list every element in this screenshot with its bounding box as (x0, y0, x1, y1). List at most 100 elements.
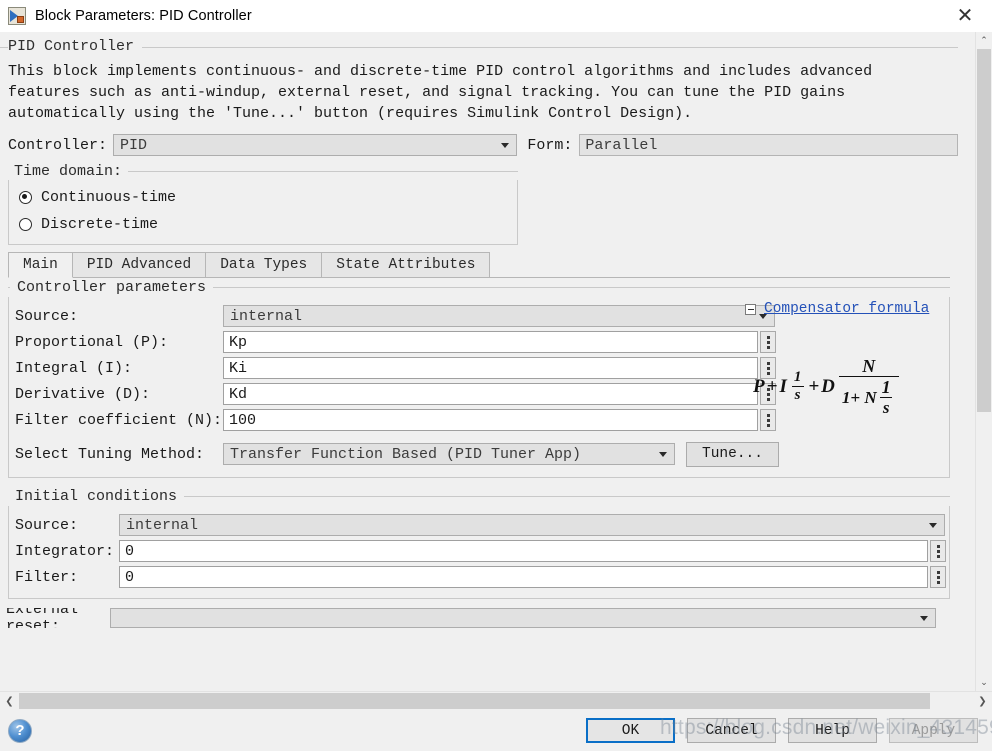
integral-value: Ki (229, 359, 248, 377)
formula-s-b: s (879, 397, 893, 416)
external-reset-row-clipped: External reset: (0, 608, 958, 628)
ic-row-source: Source: internal (9, 512, 949, 538)
initial-conditions-label: Initial conditions (8, 488, 185, 505)
source-label: Source: (15, 307, 79, 325)
description-group: PID Controller This block implements con… (0, 37, 958, 132)
formula-plus-2: + (808, 375, 820, 397)
external-reset-select[interactable] (110, 608, 936, 628)
ic-source-value: internal (126, 516, 199, 534)
compensator-formula-header: Compensator formula (745, 301, 949, 317)
title-bar: Block Parameters: PID Controller ✕ (0, 0, 992, 32)
ic-integrator-input[interactable]: 0 (119, 540, 928, 562)
chevron-down-icon (920, 616, 928, 621)
filter-coefficient-input[interactable]: 100 (223, 409, 758, 431)
help-question-icon[interactable]: ? (8, 718, 32, 743)
vertical-scrollbar[interactable]: ⌃ ⌄ (975, 32, 992, 691)
scroll-viewport: PID Controller This block implements con… (0, 32, 975, 691)
ic-source-label: Source: (15, 516, 79, 534)
tab-data-types[interactable]: Data Types (205, 252, 323, 277)
radio-continuous-time[interactable]: Continuous-time (19, 189, 517, 206)
simulink-block-icon (8, 6, 26, 25)
derivative-label: Derivative (D): (15, 385, 151, 403)
vertical-scroll-track[interactable] (976, 49, 992, 674)
radio-continuous-time-icon[interactable] (19, 191, 32, 204)
ic-row-integrator: Integrator: 0 (9, 538, 949, 564)
tune-button[interactable]: Tune... (686, 441, 779, 467)
tab-pid-advanced[interactable]: PID Advanced (71, 252, 207, 277)
controller-select[interactable]: PID (113, 134, 518, 156)
compensator-formula-panel: Compensator formula P + I 1 s + D N 1+ N… (737, 301, 949, 416)
radio-discrete-time-icon[interactable] (19, 218, 32, 231)
formula-n-numerator: N (862, 356, 876, 376)
horizontal-scrollbar[interactable]: ❮ ❯ (0, 691, 992, 710)
ok-button[interactable]: OK (586, 718, 675, 743)
source-select[interactable]: internal (223, 305, 775, 327)
chevron-down-icon (659, 452, 667, 457)
time-domain-heading-row: Time domain: (8, 162, 518, 180)
scroll-left-icon[interactable]: ❮ (0, 692, 19, 710)
controller-parameters-label: Controller parameters (10, 279, 214, 296)
formula-one-plus-n: 1+ N (841, 387, 877, 407)
scroll-down-icon[interactable]: ⌄ (976, 674, 992, 691)
formula-d: D (821, 375, 835, 397)
ic-filter-spinner[interactable] (930, 566, 946, 588)
proportional-input[interactable]: Kp (223, 331, 758, 353)
controller-select-value: PID (120, 136, 148, 154)
tab-bar: Main PID Advanced Data Types State Attri… (8, 252, 950, 278)
vertical-scroll-thumb[interactable] (977, 49, 991, 412)
tab-state-attributes[interactable]: State Attributes (321, 252, 491, 277)
controller-parameters-body: Source: internal Proportional (P): Kp In… (8, 297, 950, 478)
derivative-value: Kd (229, 385, 248, 403)
formula-s-a: s (791, 386, 804, 403)
formula-frac-1-over-s: 1 s (791, 370, 805, 403)
scroll-right-icon[interactable]: ❯ (973, 692, 992, 710)
formula-one-b: 1 (881, 377, 891, 397)
controller-parameters-heading-row: Controller parameters (8, 278, 950, 297)
integral-input[interactable]: Ki (223, 357, 758, 379)
filter-coefficient-label: Filter coefficient (N): (15, 411, 223, 429)
derivative-input[interactable]: Kd (223, 383, 758, 405)
help-button[interactable]: Help (788, 718, 877, 743)
dialog-button-bar: ? OK Cancel Help Apply (0, 710, 992, 751)
tuning-method-value: Transfer Function Based (PID Tuner App) (230, 445, 582, 463)
ic-filter-input[interactable]: 0 (119, 566, 928, 588)
ic-filter-label: Filter: (15, 568, 79, 586)
ic-integrator-spinner[interactable] (930, 540, 946, 562)
ic-source-select[interactable]: internal (119, 514, 945, 536)
source-select-value: internal (230, 307, 303, 325)
cancel-button[interactable]: Cancel (687, 718, 776, 743)
description-text: This block implements continuous- and di… (8, 63, 882, 122)
radio-continuous-time-label: Continuous-time (41, 189, 177, 206)
horizontal-scroll-track[interactable] (19, 692, 973, 710)
formula-denominator: 1+ N 1 s (838, 376, 899, 416)
compensator-formula-link[interactable]: Compensator formula (764, 301, 929, 317)
external-reset-label: External reset: (6, 608, 79, 628)
close-icon[interactable]: ✕ (944, 1, 986, 31)
description-heading: PID Controller (8, 38, 143, 55)
initial-conditions-heading-row: Initial conditions (8, 487, 950, 506)
time-domain-group: Time domain: Continuous-time Discrete-ti… (8, 162, 518, 245)
tuning-method-select[interactable]: Transfer Function Based (PID Tuner App) (223, 443, 675, 465)
formula-i: I (779, 375, 787, 397)
scroll-up-icon[interactable]: ⌃ (976, 32, 992, 49)
form-value-field: Parallel (579, 134, 958, 156)
window-title: Block Parameters: PID Controller (35, 7, 252, 24)
horizontal-scroll-thumb[interactable] (19, 693, 931, 709)
formula-p: P (753, 375, 765, 397)
proportional-label: Proportional (P): (15, 333, 169, 351)
formula-plus-1: + (766, 375, 778, 397)
dialog-body: PID Controller This block implements con… (0, 32, 992, 691)
description-heading-row: PID Controller (0, 37, 958, 57)
radio-discrete-time[interactable]: Discrete-time (19, 216, 517, 233)
integral-label: Integral (I): (15, 359, 133, 377)
tab-main[interactable]: Main (8, 252, 73, 278)
form-label: Form: (527, 136, 573, 154)
form-value: Parallel (585, 136, 658, 154)
tuning-method-label: Select Tuning Method: (15, 445, 205, 463)
formula-frac-n-over-denom: N 1+ N 1 s (838, 356, 899, 416)
formula-one-a: 1 (793, 369, 802, 385)
initial-conditions-group: Initial conditions Source: internal Inte… (8, 487, 950, 599)
collapse-expander-icon[interactable] (745, 303, 756, 315)
time-domain-body: Continuous-time Discrete-time (8, 180, 518, 245)
time-domain-label: Time domain: (8, 163, 129, 180)
